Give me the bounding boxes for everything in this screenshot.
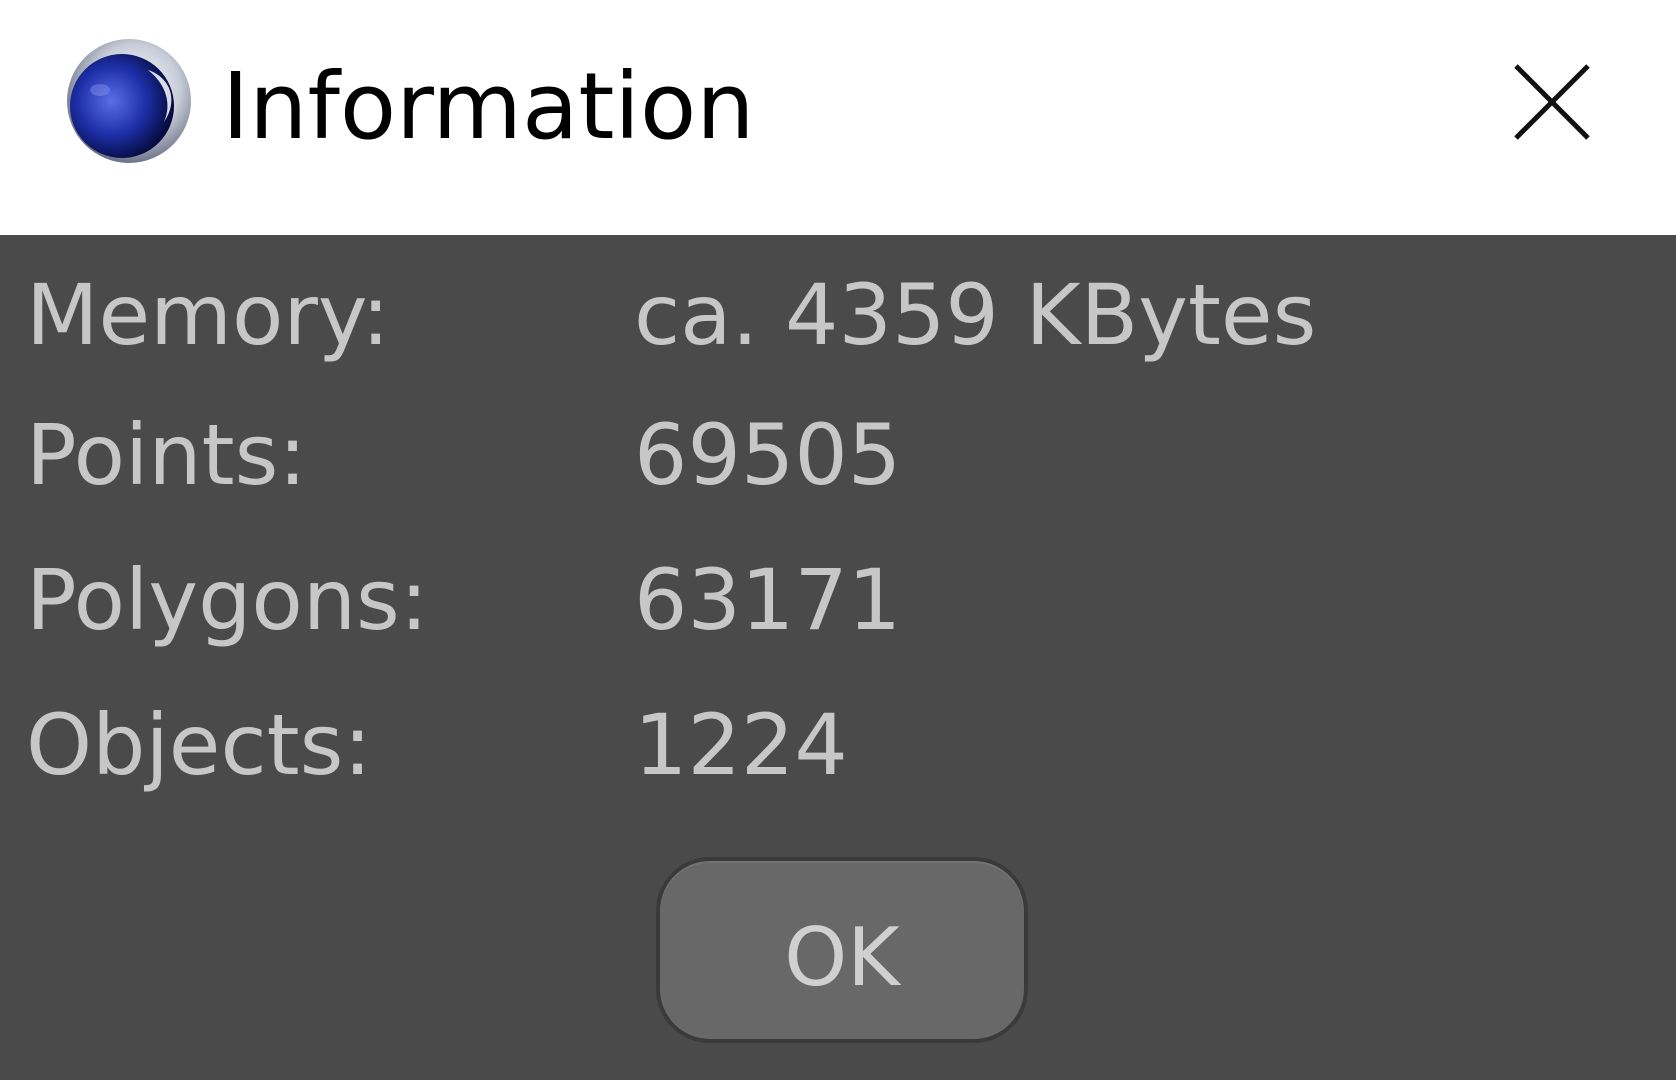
info-label: Objects:: [26, 696, 372, 794]
info-value: 69505: [634, 406, 902, 504]
info-value: ca. 4359 KBytes: [634, 266, 1317, 364]
close-button[interactable]: [1500, 50, 1604, 154]
ok-button[interactable]: OK: [656, 857, 1028, 1043]
dialog-content: Memory: ca. 4359 KBytes Points: 69505 Po…: [0, 235, 1676, 1080]
ok-button-label: OK: [784, 910, 900, 1004]
info-label: Polygons:: [26, 551, 429, 649]
info-value: 1224: [634, 696, 848, 794]
title-bar[interactable]: Information: [0, 0, 1676, 235]
app-icon: [60, 32, 198, 170]
info-row-memory: Memory: ca. 4359 KBytes: [0, 245, 1676, 385]
info-label: Points:: [26, 406, 307, 504]
info-row-points: Points: 69505: [0, 385, 1676, 525]
info-row-polygons: Polygons: 63171: [0, 530, 1676, 670]
info-row-objects: Objects: 1224: [0, 675, 1676, 815]
close-icon: [1514, 64, 1590, 140]
window-title: Information: [222, 53, 755, 160]
info-value: 63171: [634, 551, 902, 649]
info-label: Memory:: [26, 266, 390, 364]
